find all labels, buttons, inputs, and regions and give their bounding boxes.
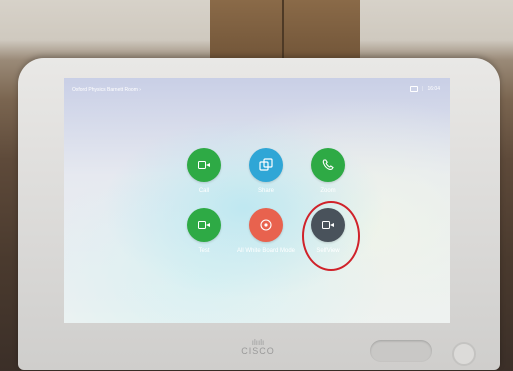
touch-screen: Oxford Physics Barnett Room › | 16:04 Ca… bbox=[64, 78, 450, 323]
video-camera-icon bbox=[198, 160, 210, 170]
whiteboard-mode-label: All White Board Mode bbox=[236, 248, 296, 254]
hardware-button[interactable] bbox=[370, 340, 432, 362]
camera-status-icon[interactable] bbox=[410, 86, 419, 92]
room-name-link[interactable]: Oxford Physics Barnett Room › bbox=[72, 87, 141, 93]
whiteboard-mode-button[interactable] bbox=[249, 208, 283, 242]
status-area: | 16:04 bbox=[410, 86, 440, 92]
video-camera-icon bbox=[198, 220, 210, 230]
share-tile[interactable]: Share bbox=[231, 148, 301, 194]
clock: 16:04 bbox=[427, 86, 440, 92]
red-highlight-circle bbox=[302, 201, 360, 271]
test-tile[interactable]: Test bbox=[169, 208, 239, 254]
hardware-round-button[interactable] bbox=[452, 342, 476, 366]
call-label: Call bbox=[198, 188, 210, 194]
call-tile[interactable]: Call bbox=[169, 148, 239, 194]
divider: | bbox=[422, 86, 424, 92]
phone-icon bbox=[322, 159, 334, 170]
zoom-tile[interactable]: Zoom bbox=[293, 148, 363, 194]
zoom-label: Zoom bbox=[320, 188, 336, 194]
test-label: Test bbox=[198, 248, 210, 254]
record-icon bbox=[260, 219, 272, 231]
chevron-right-icon: › bbox=[139, 87, 141, 93]
cisco-logo: ılıılı CISCO bbox=[228, 338, 288, 356]
test-button[interactable] bbox=[187, 208, 221, 242]
brand-label: CISCO bbox=[241, 346, 275, 356]
share-button[interactable] bbox=[249, 148, 283, 182]
call-button[interactable] bbox=[187, 148, 221, 182]
whiteboard-mode-tile[interactable]: All White Board Mode bbox=[231, 208, 301, 254]
zoom-button[interactable] bbox=[311, 148, 345, 182]
share-screens-icon bbox=[259, 158, 273, 171]
share-label: Share bbox=[257, 188, 274, 194]
room-name: Oxford Physics Barnett Room bbox=[72, 87, 138, 93]
